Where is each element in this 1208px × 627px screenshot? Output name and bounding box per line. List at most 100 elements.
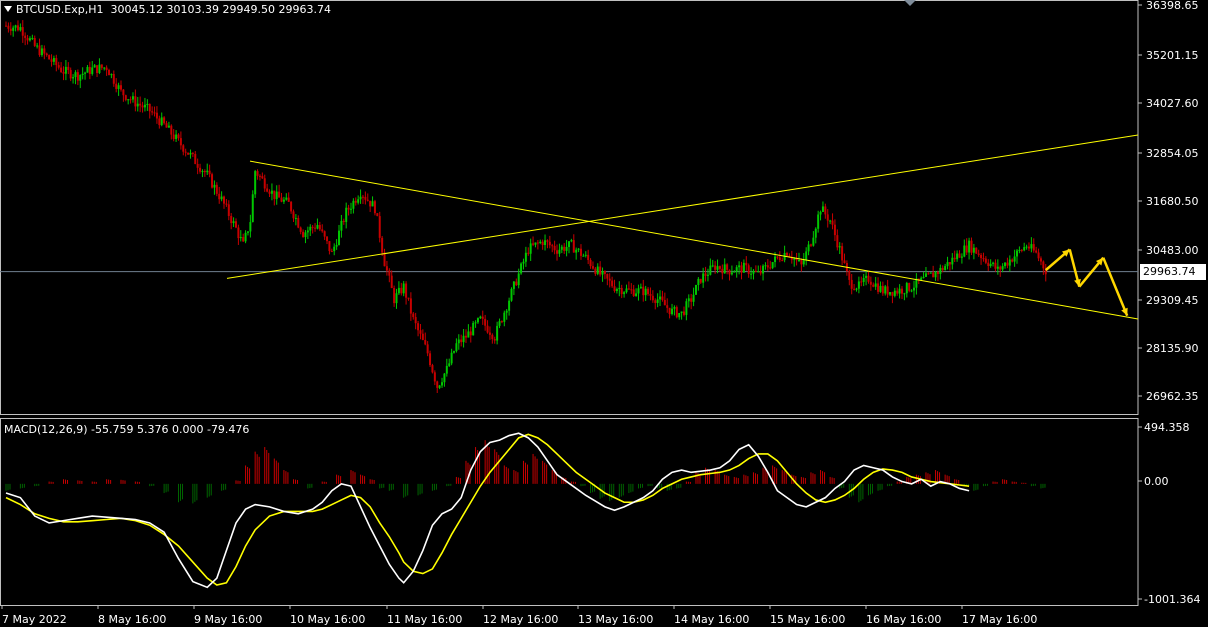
candle-body	[936, 272, 939, 274]
candle-body	[48, 55, 51, 60]
candle-body	[776, 256, 779, 258]
candle-body	[184, 151, 187, 153]
candle-body	[371, 201, 374, 207]
candle-body	[709, 265, 712, 275]
candle-body	[678, 313, 681, 318]
candle-body	[191, 152, 194, 154]
y-tick-label: 26962.35	[1146, 390, 1199, 403]
candle-body	[488, 332, 491, 335]
candle-body	[510, 288, 513, 301]
candle-body	[747, 265, 750, 274]
dropdown-icon[interactable]	[4, 6, 12, 12]
candle-body	[12, 27, 15, 31]
candle-body	[256, 171, 259, 176]
candle-body	[115, 83, 118, 89]
candle-body	[354, 200, 357, 203]
candle-body	[151, 111, 154, 113]
candle-body	[172, 134, 175, 140]
candle-body	[869, 281, 872, 285]
candle-body	[179, 138, 182, 146]
candle-body	[72, 77, 75, 79]
candle-body	[199, 167, 202, 172]
x-tick-label: 16 May 16:00	[866, 613, 941, 626]
candle-body	[196, 164, 199, 168]
candle-body	[414, 317, 417, 324]
candle-body	[177, 134, 180, 139]
chart-canvas[interactable]: 36398.65 35201.15 34027.60 32854.05 31680.50…	[0, 0, 1208, 627]
candle-body	[378, 216, 381, 238]
candle-body	[877, 283, 880, 292]
candle-body	[357, 199, 360, 203]
candle-body	[618, 287, 621, 290]
candle-body	[290, 201, 293, 212]
candle-body	[340, 220, 343, 231]
candle-body	[1027, 246, 1030, 249]
candle-body	[227, 204, 230, 216]
candle-body	[599, 266, 602, 275]
y-tick-label: 35201.15	[1146, 49, 1199, 62]
candle-body	[766, 265, 769, 268]
candle-body	[9, 28, 12, 31]
candle-body	[335, 244, 338, 247]
candle-body	[891, 292, 894, 296]
scroll-marker-icon[interactable]	[904, 0, 916, 6]
candle-body	[901, 288, 904, 294]
candle-body	[412, 313, 415, 318]
candle-body	[769, 267, 772, 269]
candle-body	[366, 199, 369, 201]
candle-body	[946, 262, 949, 267]
candle-body	[254, 171, 257, 195]
candle-body	[14, 25, 17, 28]
candle-body	[948, 262, 951, 265]
candle-body	[608, 278, 611, 281]
x-tick-label: 10 May 16:00	[290, 613, 365, 626]
candle-body	[958, 253, 961, 258]
candle-body	[333, 246, 336, 252]
candle-body	[623, 292, 626, 295]
candle-body	[28, 38, 31, 41]
candle-body	[721, 268, 724, 274]
symbol-label: BTCUSD.Exp,H1	[16, 3, 104, 16]
candle-body	[52, 58, 55, 62]
candle-body	[939, 267, 942, 274]
candle-body	[730, 272, 733, 275]
candle-body	[738, 265, 741, 268]
candle-body	[802, 260, 805, 265]
candle-body	[960, 256, 963, 258]
candle-body	[486, 325, 489, 333]
candle-body	[299, 227, 302, 232]
candle-body	[512, 281, 515, 289]
candle-body	[321, 229, 324, 232]
candle-body	[898, 288, 901, 294]
candle-body	[771, 262, 774, 268]
candle-body	[673, 307, 676, 309]
candle-body	[774, 256, 777, 263]
candle-body	[814, 228, 817, 238]
candle-body	[400, 287, 403, 294]
candle-body	[148, 103, 151, 112]
macd-y-tick-label: 0.00	[1144, 475, 1169, 488]
candle-body	[57, 65, 60, 68]
candle-body	[582, 255, 585, 257]
candle-body	[807, 244, 810, 252]
candle-body	[108, 70, 111, 76]
candle-body	[1023, 247, 1026, 251]
candle-body	[527, 252, 530, 254]
candle-body	[1039, 258, 1042, 262]
candle-body	[924, 273, 927, 277]
candle-body	[167, 125, 170, 128]
candle-body	[287, 197, 290, 202]
candle-body	[632, 289, 635, 296]
y-tick-label: 36398.65	[1146, 0, 1199, 12]
candle-body	[38, 45, 41, 56]
candle-body	[656, 299, 659, 303]
candle-body	[347, 207, 350, 210]
candle-body	[589, 259, 592, 267]
candle-body	[60, 67, 63, 73]
candle-body	[441, 382, 444, 386]
candle-body	[630, 289, 633, 291]
candle-body	[450, 352, 453, 364]
y-tick-label: 29309.45	[1146, 294, 1199, 307]
x-tick-label: 14 May 16:00	[674, 613, 749, 626]
candle-body	[330, 251, 333, 253]
